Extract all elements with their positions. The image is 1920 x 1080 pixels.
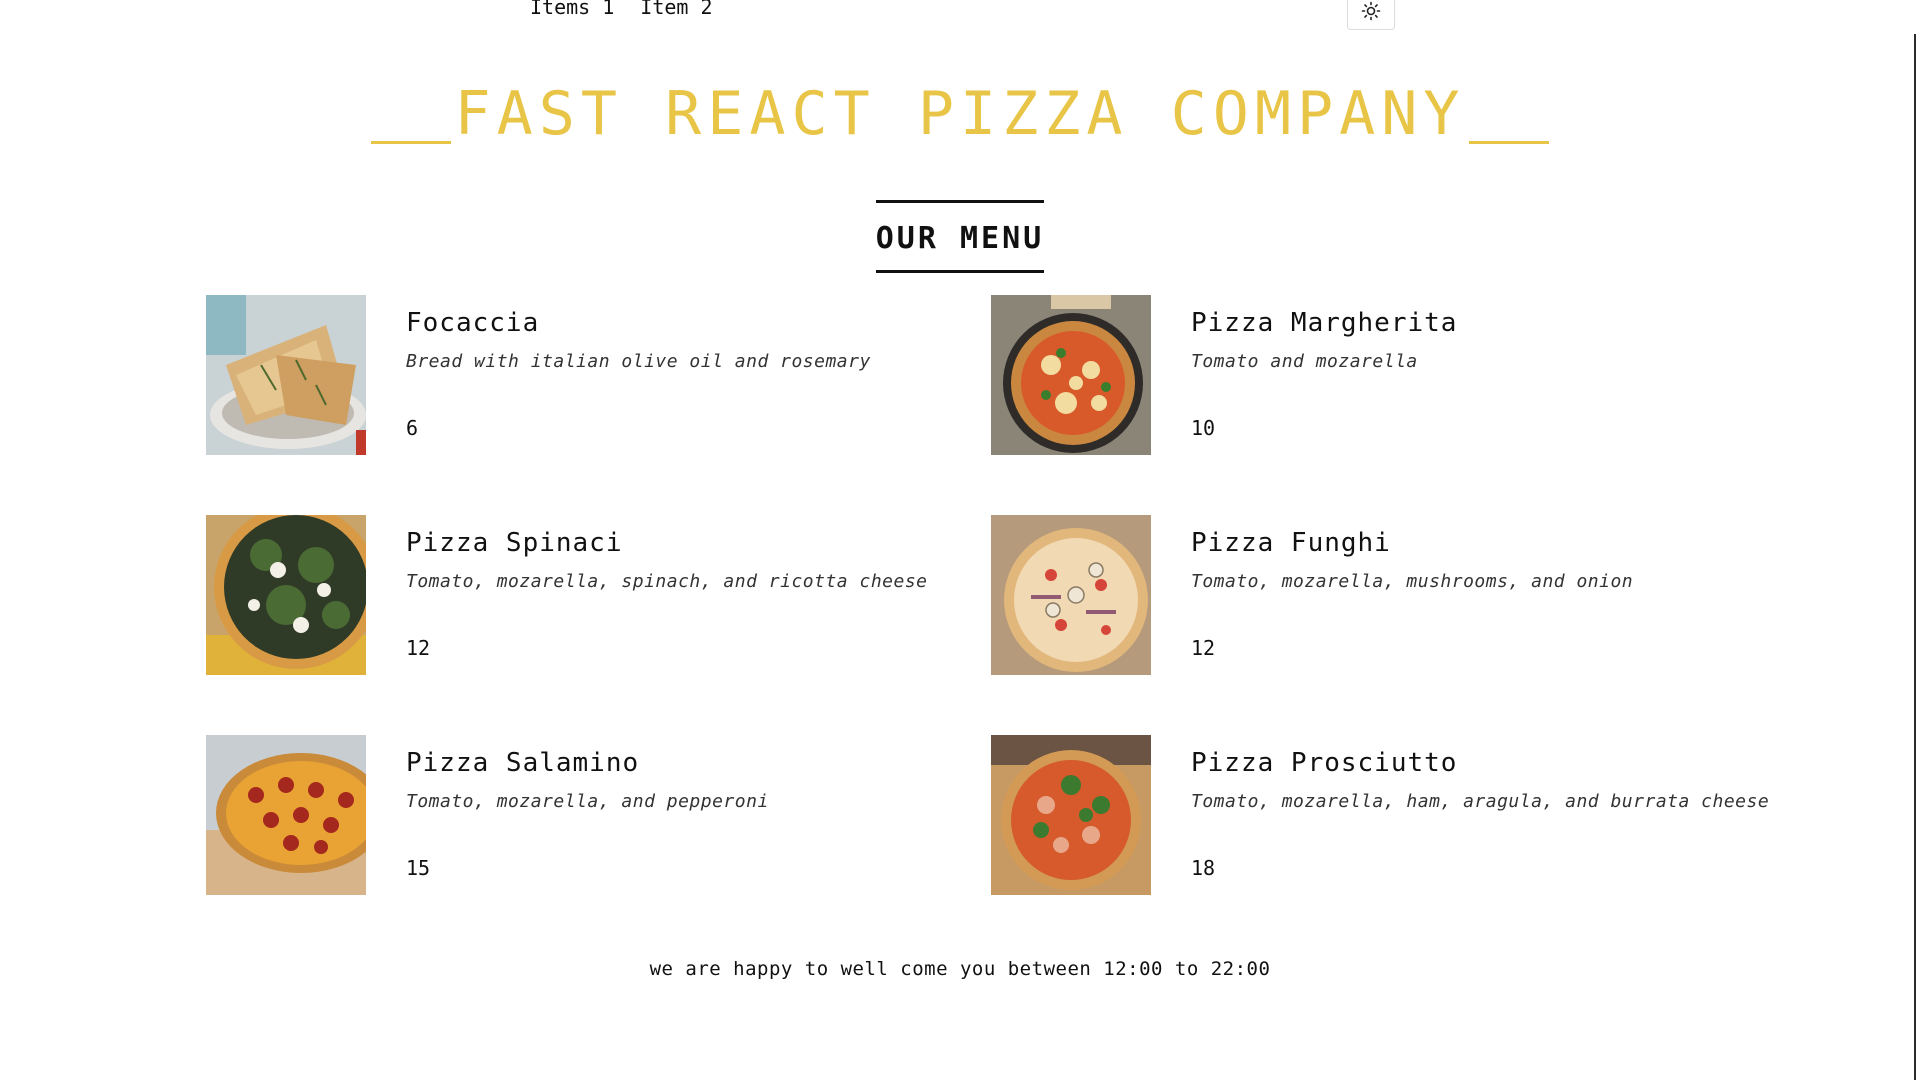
menu-item: Pizza Margherita Tomato and mozarella 10 [991, 295, 1776, 455]
brand-title: FAST REACT PIZZA COMPANY [454, 79, 1466, 149]
menu-item-description: Tomato, mozarella, and pepperoni [406, 791, 769, 812]
margherita-photo [991, 295, 1151, 455]
funghi-photo [991, 515, 1151, 675]
brand-underline-right [1469, 141, 1550, 144]
salamino-photo [206, 735, 366, 895]
nav-item-item-2[interactable]: Item 2 [640, 0, 712, 19]
menu-item: Focaccia Bread with italian olive oil an… [206, 295, 991, 455]
menu-item-price: 6 [406, 416, 419, 440]
scrollbar-track[interactable] [1914, 34, 1916, 1080]
menu-item-price: 10 [1191, 416, 1216, 440]
menu-title: OUR MENU [875, 200, 1045, 273]
menu-item-price: 12 [1191, 636, 1216, 660]
menu-item-body: Focaccia Bread with italian olive oil an… [406, 295, 871, 440]
menu-item-description: Tomato, mozarella, spinach, and ricotta … [406, 571, 928, 592]
menu-item-description: Bread with italian olive oil and rosemar… [406, 351, 871, 372]
prosciutto-photo [991, 735, 1151, 895]
menu-item: Pizza Spinaci Tomato, mozarella, spinach… [206, 515, 991, 675]
menu-item-price: 18 [1191, 856, 1216, 880]
menu-item-name: Focaccia [406, 308, 540, 338]
menu-item-description: Tomato and mozarella [1191, 351, 1418, 372]
menu-item-description: Tomato, mozarella, ham, aragula, and bur… [1191, 791, 1770, 812]
page: Items 1 Item 2 FAST REACT PIZZA COMPANY [0, 0, 1920, 1080]
menu-item-name: Pizza Spinaci [406, 528, 623, 558]
brand-underline-left [370, 141, 451, 144]
focaccia-photo [206, 295, 366, 455]
theme-toggle-button[interactable] [1347, 0, 1395, 30]
menu-heading-wrap: OUR MENU [0, 200, 1920, 273]
menu-item: Pizza Prosciutto Tomato, mozarella, ham,… [991, 735, 1776, 895]
menu-item-name: Pizza Prosciutto [1191, 748, 1458, 778]
menu-item-body: Pizza Spinaci Tomato, mozarella, spinach… [406, 515, 928, 660]
menu-item-name: Pizza Margherita [1191, 308, 1458, 338]
menu-item-body: Pizza Salamino Tomato, mozarella, and pe… [406, 735, 769, 880]
menu-item-name: Pizza Salamino [406, 748, 640, 778]
menu-item-name: Pizza Funghi [1191, 528, 1391, 558]
menu-item: Pizza Salamino Tomato, mozarella, and pe… [206, 735, 991, 895]
menu-item-body: Pizza Margherita Tomato and mozarella 10 [1191, 295, 1457, 440]
menu-item-price: 12 [406, 636, 431, 660]
menu-item: Pizza Funghi Tomato, mozarella, mushroom… [991, 515, 1776, 675]
brand-header: FAST REACT PIZZA COMPANY [0, 78, 1920, 150]
menu-item-body: Pizza Prosciutto Tomato, mozarella, ham,… [1191, 735, 1769, 880]
nav-item-items-1[interactable]: Items 1 [530, 0, 614, 19]
menu-item-description: Tomato, mozarella, mushrooms, and onion [1191, 571, 1634, 592]
top-nav: Items 1 Item 2 [530, 0, 713, 19]
menu-item-body: Pizza Funghi Tomato, mozarella, mushroom… [1191, 515, 1633, 660]
spinaci-photo [206, 515, 366, 675]
sun-icon [1361, 1, 1381, 21]
menu-item-price: 15 [406, 856, 431, 880]
opening-hours-footer: we are happy to well come you between 12… [649, 958, 1271, 980]
menu-list: Focaccia Bread with italian olive oil an… [206, 295, 1786, 895]
